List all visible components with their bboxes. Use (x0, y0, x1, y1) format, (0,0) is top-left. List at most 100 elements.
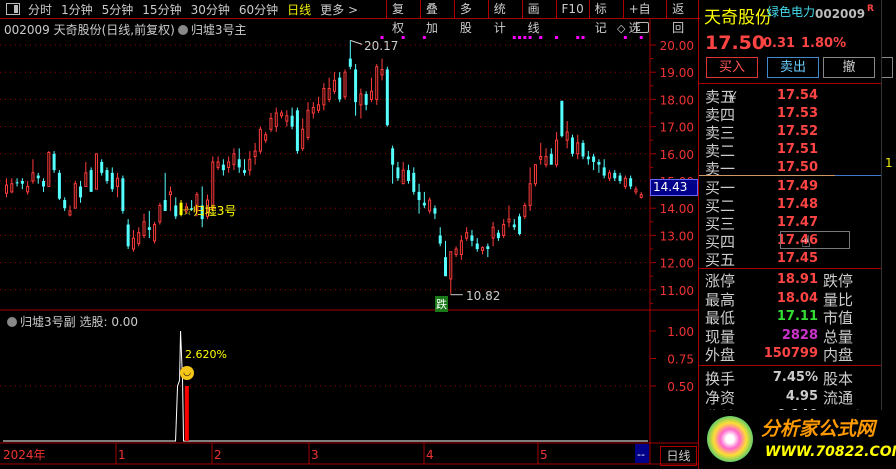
xtick-label: 4 (426, 448, 434, 462)
pct-change: 1.80% (801, 36, 847, 51)
ytick-label: 20.00 (660, 39, 694, 53)
main-indicator-name[interactable]: 归墟3号主 (191, 23, 247, 37)
candle-up (623, 177, 627, 187)
diamond-icon[interactable]: ◇ (617, 22, 625, 35)
buy-button[interactable]: 买入 (706, 57, 758, 78)
candle-down (79, 186, 83, 198)
sub-signal-bar (184, 386, 189, 441)
kline-chart[interactable]: 20.0019.0018.0017.0016.0015.0014.0013.00… (0, 0, 698, 469)
candle-up (10, 183, 14, 193)
currency-icon: ￥ (726, 90, 740, 105)
candle-up (285, 115, 289, 122)
selected-bid-box[interactable] (780, 231, 850, 249)
signal-label: ☆归墟3号 (182, 204, 237, 218)
signal-mark (623, 36, 627, 39)
candle-up (507, 218, 511, 223)
signal-mark (518, 36, 522, 39)
ytick-label: 11.00 (660, 284, 694, 298)
candle-down (243, 170, 247, 173)
candle-up (94, 153, 98, 190)
stock-code: 002009 (815, 7, 866, 21)
dropdown-icon[interactable] (177, 25, 188, 35)
candle-down (496, 232, 500, 239)
candle-down (36, 175, 40, 179)
candle-down (406, 170, 410, 181)
bid-price[interactable]: 17.45 (777, 251, 818, 266)
candle-up (274, 112, 278, 128)
xtick-label: 2 (214, 448, 222, 462)
fin-right-label: 流通 (823, 389, 854, 407)
candle-down (221, 164, 225, 171)
divider (699, 83, 881, 84)
sector-name[interactable]: 绿色电力 (767, 3, 815, 20)
flower-logo-icon (707, 416, 753, 462)
candle-down (570, 137, 574, 154)
candle-up (576, 142, 580, 155)
high-label: 20.17 (364, 39, 399, 53)
signal-mark (523, 36, 527, 39)
candle-down (364, 93, 368, 105)
candle-down (89, 170, 93, 192)
candle-up (401, 169, 405, 185)
stat-right-label: 内盘 (823, 346, 854, 365)
candle-up (5, 184, 8, 194)
candle-up (481, 247, 485, 251)
candle-up (491, 226, 495, 239)
sub-indicator-name[interactable]: 归墟3号副 (20, 315, 76, 329)
scrollbar[interactable] (881, 0, 896, 469)
candle-up (454, 248, 458, 255)
candle-down (348, 58, 352, 67)
bid-price[interactable]: 17.47 (777, 215, 818, 230)
candle-down (560, 100, 564, 137)
candle-up (449, 251, 453, 280)
current-price-tag: 14.43 (650, 179, 698, 196)
candle-up (258, 128, 262, 152)
fin-right-label: 股本 (823, 370, 854, 388)
pct-label: 2.620% (185, 348, 227, 361)
candle-up (533, 164, 537, 185)
ytick-label: 17.00 (660, 121, 694, 135)
candle-up (369, 90, 373, 100)
candle-down (174, 205, 178, 217)
candle-up (137, 232, 141, 245)
signal-mark (401, 36, 405, 39)
candle-up (359, 93, 363, 106)
candle-up (528, 183, 532, 206)
candle-up (607, 172, 611, 179)
candle-up (264, 134, 268, 141)
candle-up (301, 128, 305, 149)
candle-down (412, 172, 416, 192)
ytick-label: 14.00 (660, 202, 694, 216)
sell-button[interactable]: 卖出 (767, 57, 819, 78)
ask-price[interactable]: 17.51 (777, 142, 818, 157)
watermark-url: WWW.70822.COM (765, 444, 896, 460)
sub-ytick-label: 1.00 (667, 325, 694, 339)
panel-toggle-icon[interactable] (636, 22, 649, 33)
candle-down (475, 243, 479, 249)
candle-up (280, 112, 284, 117)
xtick-label: 3 (311, 448, 319, 462)
ask-price[interactable]: 17.54 (777, 88, 818, 103)
period-label[interactable]: 日线 (660, 446, 697, 466)
ask-price[interactable]: 17.53 (777, 106, 818, 121)
candle-down (15, 182, 19, 184)
last-price: 17.50 (705, 32, 766, 54)
candle-down (105, 170, 109, 181)
low-label: 10.82 (466, 289, 501, 303)
candle-up (332, 79, 336, 92)
bid-price[interactable]: 17.49 (777, 179, 818, 194)
sub-chart-title: 归墟3号副 选股: 0.00 (4, 313, 138, 330)
candle-up (116, 177, 120, 187)
candle-up (465, 232, 469, 239)
candle-up (47, 151, 51, 187)
bid-price[interactable]: 17.48 (777, 197, 818, 212)
candle-down (438, 235, 442, 244)
ytick-label: 12.00 (660, 257, 694, 271)
signal-mark (539, 36, 543, 39)
dropdown-icon[interactable] (7, 317, 17, 327)
ask-price[interactable]: 17.52 (777, 124, 818, 139)
ytick-label: 16.00 (660, 148, 694, 162)
ask-price[interactable]: 17.50 (777, 160, 818, 175)
cancel-button[interactable]: 撤 (823, 57, 875, 78)
candle-up (26, 185, 30, 193)
